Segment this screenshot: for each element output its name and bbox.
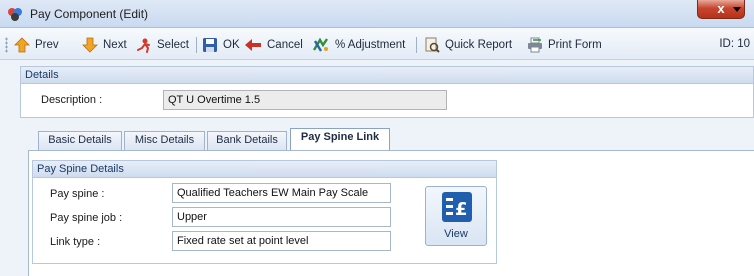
tab-strip: Basic Details Misc Details Bank Details … — [28, 128, 754, 150]
pay-scale-icon: £ — [442, 192, 472, 222]
svg-text:£: £ — [455, 199, 468, 220]
tab-bank-details[interactable]: Bank Details — [207, 131, 287, 150]
prev-label: Prev — [35, 39, 59, 51]
prev-button[interactable]: Prev — [14, 36, 59, 54]
tab-misc-details[interactable]: Misc Details — [124, 131, 205, 150]
cancel-label: Cancel — [267, 39, 303, 51]
tab-basic-details[interactable]: Basic Details — [38, 131, 122, 150]
print-form-icon — [528, 37, 542, 53]
details-group: Details Description : QT U Overtime 1.5 — [20, 66, 754, 118]
pay-spine-job-label: Pay spine job : — [50, 212, 123, 224]
pay-spine-label: Pay spine : — [50, 188, 105, 200]
ok-label: OK — [223, 39, 240, 51]
pay-component-window: Pay Component (Edit) x Prev Next Select — [0, 0, 754, 276]
description-label: Description : — [41, 94, 103, 106]
details-header: Details — [21, 67, 753, 84]
tab-pay-spine-link[interactable]: Pay Spine Link — [290, 128, 390, 150]
select-button[interactable]: Select — [136, 36, 189, 54]
toolbar-grip[interactable] — [5, 37, 8, 53]
ok-save-icon — [203, 38, 217, 52]
link-type-label: Link type : — [50, 236, 101, 248]
select-label: Select — [157, 39, 189, 51]
view-button[interactable]: £ View — [425, 186, 487, 246]
next-arrow-icon — [82, 37, 98, 53]
toolbar-separator — [196, 37, 197, 53]
pay-spine-details-header: Pay Spine Details — [33, 161, 496, 178]
adjustment-icon — [312, 37, 328, 52]
ok-button[interactable]: OK — [202, 36, 240, 54]
record-id: ID: 10 — [719, 38, 750, 50]
title-bar: Pay Component (Edit) x — [0, 0, 754, 28]
prev-arrow-icon — [14, 37, 30, 53]
description-field[interactable]: QT U Overtime 1.5 — [163, 90, 447, 110]
app-icon — [8, 8, 22, 21]
pay-spine-job-field[interactable]: Upper — [172, 207, 391, 227]
toolbar-separator — [416, 37, 417, 53]
tab-overflow-dropdown-icon[interactable] — [733, 7, 741, 12]
quick-report-label: Quick Report — [445, 39, 513, 51]
next-label: Next — [103, 39, 127, 51]
cancel-button[interactable]: Cancel — [244, 36, 303, 54]
toolbar: Prev Next Select OK Cancel % Adjustment … — [0, 28, 754, 60]
print-form-button[interactable]: Print Form — [527, 36, 602, 54]
adjustment-label: % Adjustment — [335, 39, 406, 51]
quick-report-icon — [425, 37, 440, 53]
cancel-arrow-icon — [245, 39, 261, 51]
window-title: Pay Component (Edit) — [30, 7, 149, 21]
adjustment-button[interactable]: % Adjustment — [312, 36, 405, 54]
quick-report-button[interactable]: Quick Report — [424, 36, 512, 54]
select-icon — [137, 38, 150, 53]
print-form-label: Print Form — [548, 39, 602, 51]
view-button-label: View — [444, 228, 468, 240]
pay-spine-field[interactable]: Qualified Teachers EW Main Pay Scale — [172, 183, 391, 203]
next-button[interactable]: Next — [82, 36, 127, 54]
link-type-field[interactable]: Fixed rate set at point level — [172, 231, 391, 251]
